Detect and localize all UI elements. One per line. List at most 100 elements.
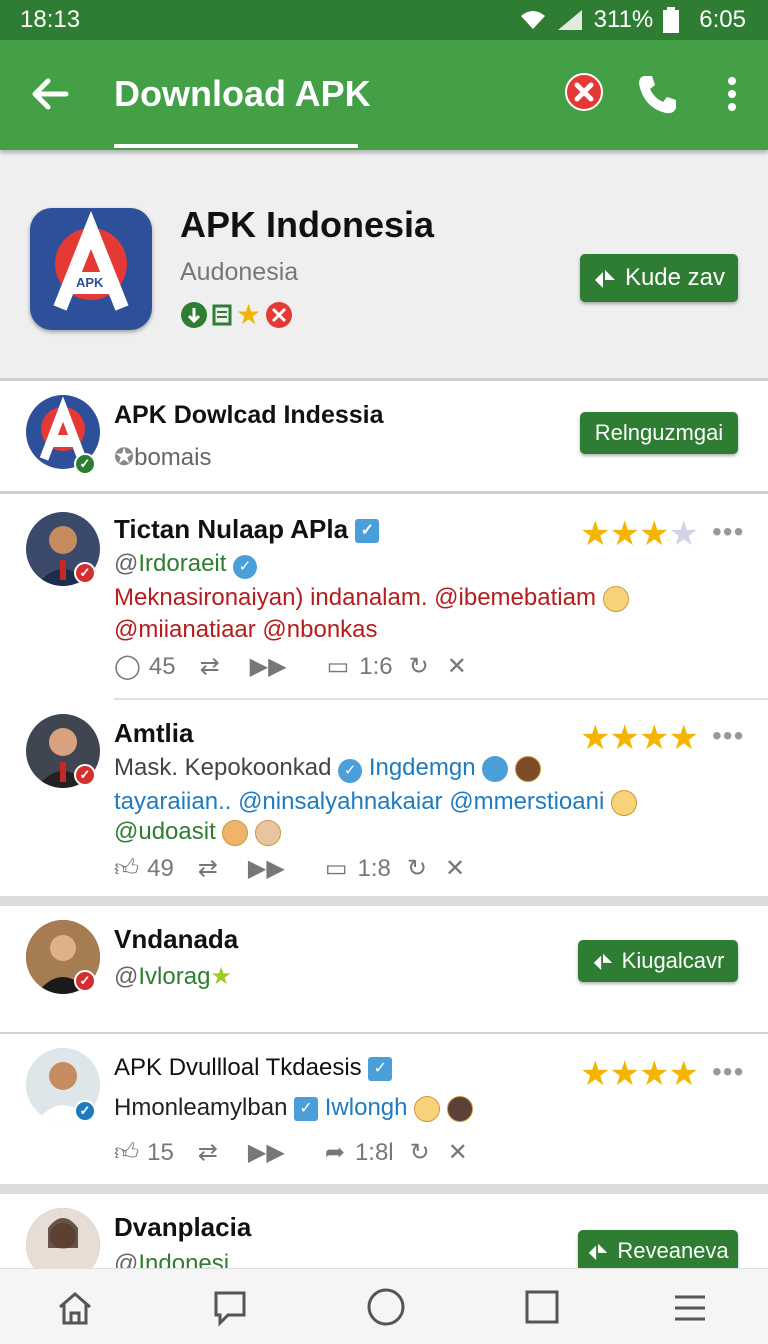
forward-icon[interactable]: ▶▶ bbox=[248, 1138, 285, 1167]
navigation-bar bbox=[0, 1268, 768, 1344]
download-badge-icon bbox=[181, 301, 207, 328]
dismiss-icon[interactable]: ✕ bbox=[447, 652, 467, 681]
verified-badge-icon: ✓ bbox=[74, 562, 96, 584]
featured-name: APK Dowlcad Indessia bbox=[114, 401, 384, 429]
post-mentions[interactable]: @udoasit bbox=[114, 818, 282, 846]
page-title: Download APK bbox=[114, 73, 371, 114]
retweet-icon[interactable]: ⇄ bbox=[198, 1138, 218, 1167]
post-actions: ◯ 45 ⇄ ▶▶ ▭ 1:6 ↻ ✕ bbox=[114, 652, 467, 681]
emoji-icon bbox=[222, 819, 249, 846]
featured-button[interactable]: Relnguzmgai bbox=[580, 412, 738, 454]
like-count: 45 bbox=[148, 652, 176, 680]
reply-count: 1:6 bbox=[359, 652, 393, 680]
post-author-name-text: APK Dvullloal Tkdaesis bbox=[114, 1054, 362, 1081]
more-horiz-icon[interactable]: ••• bbox=[712, 720, 744, 752]
comment-icon[interactable]: ▭ bbox=[325, 854, 348, 883]
dismiss-icon[interactable]: ✕ bbox=[448, 1138, 468, 1167]
post-text: Meknasironaiyan) indanalam. @ibemebatiam bbox=[114, 584, 596, 611]
chat-icon[interactable] bbox=[212, 1289, 248, 1327]
reply-icon[interactable]: ◯ bbox=[114, 652, 141, 681]
user-action-button[interactable]: Kiugalcavr bbox=[578, 940, 738, 982]
status-bar: 18:13 311% 6:05 bbox=[0, 0, 768, 40]
user-row[interactable]: Dvanplacia @Indonesi Reveaneva bbox=[0, 1194, 768, 1268]
dismiss-icon[interactable]: ✕ bbox=[445, 854, 465, 883]
app-bar: Download APK bbox=[0, 40, 768, 150]
featured-sub-text: bomais bbox=[134, 444, 212, 471]
avatar-emoji-icon bbox=[255, 819, 282, 846]
pin-icon: ✪ bbox=[114, 444, 135, 471]
share-arrow-icon[interactable]: ➦ bbox=[325, 1138, 345, 1167]
post-author-name: APK Dvullloal Tkdaesis ✓ bbox=[114, 1054, 393, 1082]
menu-icon[interactable] bbox=[672, 1293, 708, 1323]
user-action-button[interactable]: Reveaneva bbox=[578, 1230, 738, 1268]
forward-icon[interactable]: ▶▶ bbox=[248, 854, 285, 883]
share-icon[interactable]: ↻ bbox=[407, 854, 427, 883]
featured-row[interactable]: ✓ APK Dowlcad Indessia ✪bomais Relnguzmg… bbox=[0, 381, 768, 491]
play-arrow-icon bbox=[589, 1243, 608, 1261]
emoji-icon bbox=[610, 789, 637, 816]
forward-icon[interactable]: ▶▶ bbox=[250, 652, 287, 681]
battery-percent: 311% bbox=[593, 6, 654, 33]
post-handle[interactable]: Iwlongh bbox=[325, 1094, 408, 1121]
share-icon[interactable]: ↻ bbox=[409, 652, 429, 681]
retweet-icon[interactable]: ⇄ bbox=[200, 652, 220, 681]
like-icon[interactable]: 👍︎ bbox=[114, 1139, 139, 1167]
app-logo-graphic bbox=[53, 211, 129, 311]
status-time-right: 6:05 bbox=[699, 6, 746, 33]
user-name: Dvanplacia bbox=[114, 1212, 252, 1242]
share-icon[interactable]: ↻ bbox=[410, 1138, 430, 1167]
post-text-line: Hmonleamylban ✓ Iwlongh bbox=[114, 1094, 473, 1122]
close-circle-icon[interactable] bbox=[564, 72, 604, 112]
post-mentions[interactable]: @miianatiaar @nbonkas bbox=[114, 616, 378, 644]
post-handle-text: Irdoraeit bbox=[138, 550, 227, 577]
avatar bbox=[26, 1208, 100, 1268]
app-logo: APK bbox=[30, 208, 152, 330]
user-handle[interactable]: @Ivlorag★ bbox=[114, 962, 232, 991]
post-author-name-text: Tictan Nulaap APla bbox=[114, 514, 349, 544]
home-icon[interactable] bbox=[56, 1289, 94, 1327]
rating-stars: ★★★★ bbox=[580, 515, 699, 553]
post-text-line: Mask. Kepokoonkad ✓ Ingdemgn bbox=[114, 754, 541, 783]
list-badge-icon bbox=[212, 304, 232, 325]
wifi-icon bbox=[520, 11, 545, 29]
like-count: 15 bbox=[147, 1138, 174, 1166]
install-button[interactable]: Kude zav bbox=[580, 254, 738, 302]
retweet-icon[interactable]: ⇄ bbox=[198, 854, 218, 883]
post-card: ✓ APK Dvullloal Tkdaesis ✓ ★★★★ ••• Hmon… bbox=[0, 1034, 768, 1184]
post-handle[interactable]: Ingdemgn bbox=[369, 754, 476, 781]
avatar-emoji-icon bbox=[514, 755, 541, 782]
star-icon: ★ bbox=[210, 963, 232, 990]
post-actions: 👍︎ 49 ⇄ ▶▶ ▭ 1:8 ↻ ✕ bbox=[114, 854, 465, 883]
featured-sub: ✪bomais bbox=[114, 443, 211, 472]
more-horiz-icon[interactable]: ••• bbox=[712, 1056, 744, 1088]
verified-icon: ✓ bbox=[338, 759, 363, 783]
user-handle-text: Ivlorag bbox=[138, 963, 211, 990]
user-row[interactable]: ✓ Vndanada @Ivlorag★ Kiugalcavr bbox=[0, 906, 768, 1032]
play-arrow-icon bbox=[594, 270, 615, 288]
like-icon[interactable]: 👍︎ bbox=[114, 855, 139, 883]
post-text: Mask. Kepokoonkad bbox=[114, 754, 332, 781]
verified-icon: ✓ bbox=[233, 555, 258, 579]
recents-icon[interactable] bbox=[524, 1289, 560, 1325]
post-actions: 👍︎ 15 ⇄ ▶▶ ➦ 1:8l ↻ ✕ bbox=[114, 1138, 468, 1167]
reply-count: 1:8l bbox=[354, 1138, 394, 1166]
emoji-icon bbox=[414, 1095, 441, 1122]
post-text-line: Meknasironaiyan) indanalam. @ibemebatiam bbox=[114, 584, 629, 612]
more-vert-icon[interactable] bbox=[724, 76, 740, 112]
posts-card: ✓ Tictan Nulaap APla ✓ ★★★★ ••• @Irdorae… bbox=[0, 494, 768, 896]
phone-icon[interactable] bbox=[636, 72, 680, 116]
comment-icon[interactable]: ▭ bbox=[327, 652, 350, 681]
user-handle[interactable]: @Indonesi bbox=[114, 1250, 229, 1268]
verified-icon: ✓ bbox=[294, 1096, 319, 1121]
back-arrow-icon[interactable] bbox=[30, 74, 70, 114]
post-mentions-text: @udoasit bbox=[114, 818, 216, 845]
signal-icon bbox=[557, 10, 582, 30]
app-badges: ★ bbox=[180, 298, 293, 331]
app-name: APK Indonesia bbox=[180, 204, 435, 245]
home-circle-icon[interactable] bbox=[366, 1287, 406, 1327]
verified-badge-icon: ✓ bbox=[74, 970, 96, 992]
more-horiz-icon[interactable]: ••• bbox=[712, 516, 744, 548]
tools-badge-icon bbox=[266, 301, 293, 328]
post-handle[interactable]: @Irdoraeit ✓ bbox=[114, 550, 258, 579]
post-mentions[interactable]: tayaraiian.. @ninsalyahnakaiar @mmerstio… bbox=[114, 788, 637, 816]
